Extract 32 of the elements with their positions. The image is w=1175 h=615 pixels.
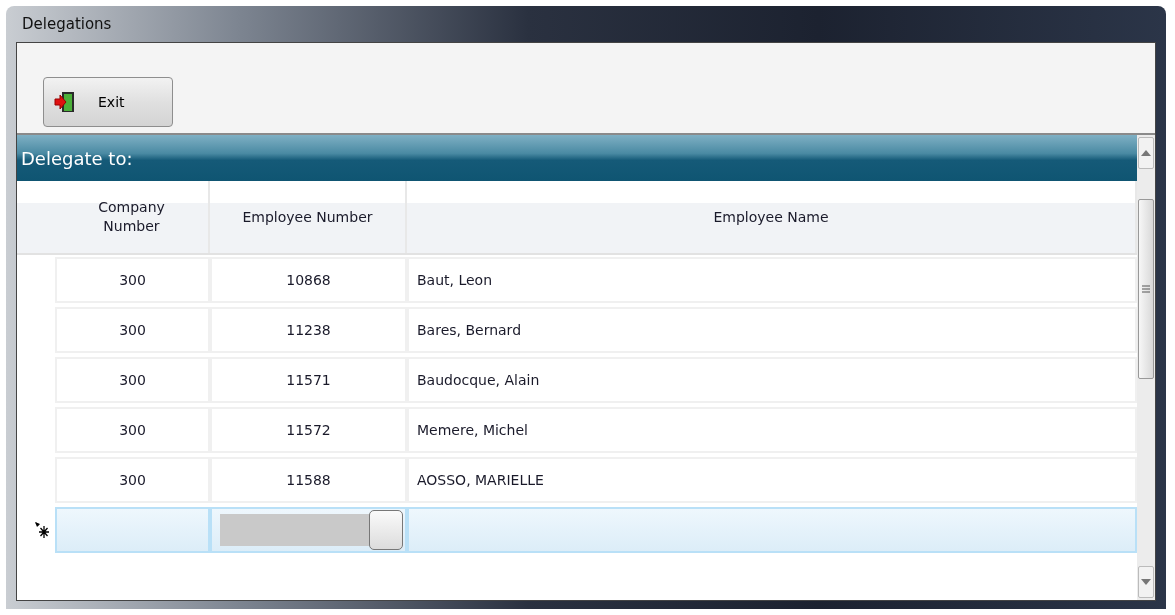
table-cell: 300 (55, 307, 210, 353)
table-cell: AOSSO, MARIELLE (407, 457, 1137, 503)
table-cell: 300 (55, 407, 210, 453)
employee-number-editor[interactable] (210, 507, 407, 553)
grip-icon (1142, 285, 1150, 293)
down-arrow-icon (1141, 579, 1151, 585)
table-cell: Baudocque, Alain (407, 357, 1137, 403)
scroll-up-button[interactable] (1138, 137, 1154, 169)
up-arrow-icon (1141, 150, 1151, 156)
new-row-cell[interactable] (407, 507, 1137, 553)
new-row-icon (35, 522, 51, 538)
scrollbar[interactable] (1137, 135, 1155, 600)
table-cell: 11588 (210, 457, 407, 503)
new-row-cell[interactable] (55, 507, 210, 553)
group-title: Delegate to: (21, 146, 133, 171)
table-cell: Memere, Michel (407, 407, 1137, 453)
table-cell: 11571 (210, 357, 407, 403)
column-header[interactable]: Employee Number (210, 181, 407, 253)
window-title: Delegations (22, 13, 112, 35)
table-cell: 11238 (210, 307, 407, 353)
exit-button[interactable]: Exit (43, 77, 173, 127)
column-header[interactable]: Company Number (55, 181, 210, 253)
table-cell: Baut, Leon (407, 257, 1137, 303)
table-cell: Bares, Bernard (407, 307, 1137, 353)
scroll-thumb[interactable] (1138, 199, 1154, 379)
table-cell: 300 (55, 357, 210, 403)
scroll-down-button[interactable] (1138, 566, 1154, 598)
table-cell: 300 (55, 257, 210, 303)
table-cell: 10868 (210, 257, 407, 303)
table-cell: 11572 (210, 407, 407, 453)
table-cell: 300 (55, 457, 210, 503)
exit-door-icon (54, 91, 76, 113)
